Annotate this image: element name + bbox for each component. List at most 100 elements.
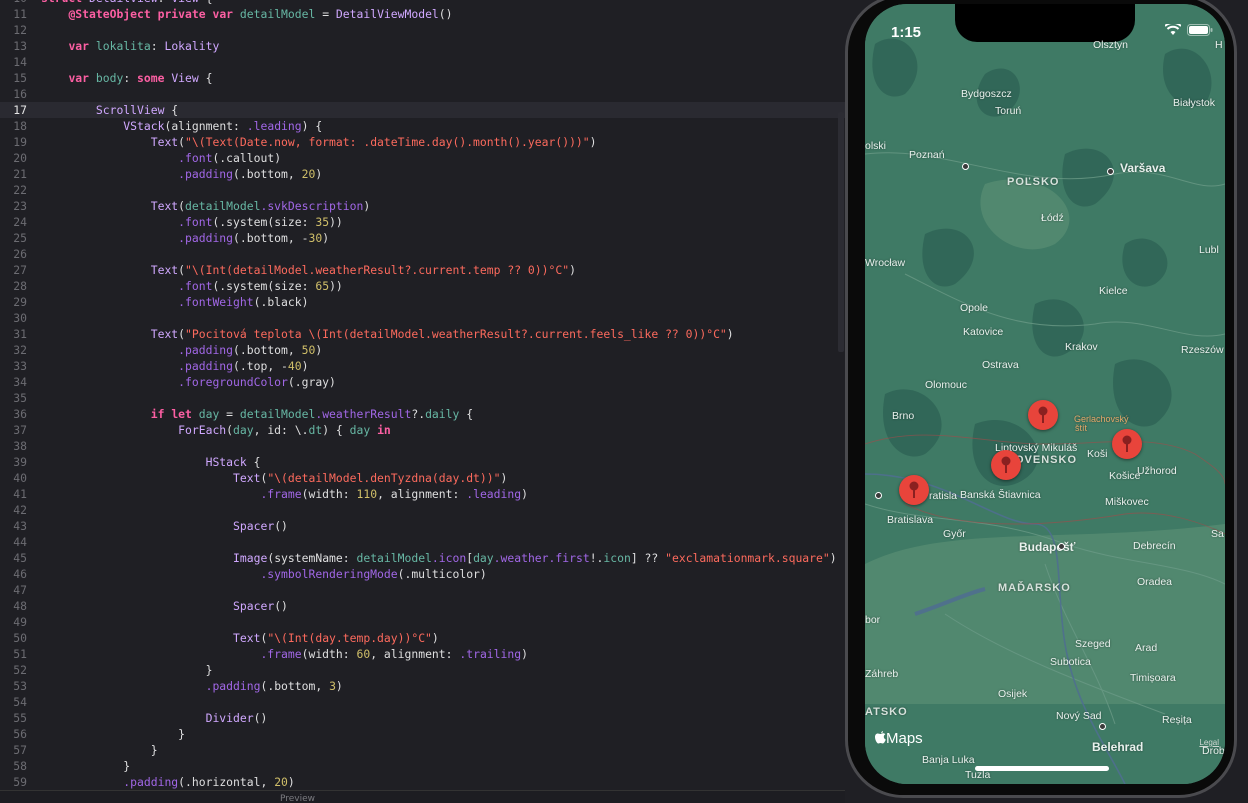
map-label-bratislava[interactable]: Bratislava — [887, 514, 933, 526]
map-label-lodz[interactable]: Łódź — [1041, 212, 1064, 224]
code-line[interactable]: 59 .padding(.horizontal, 20) — [0, 774, 845, 790]
code-line[interactable]: 21 .padding(.bottom, 20) — [0, 166, 845, 182]
map-label-subotica[interactable]: Subotica — [1050, 656, 1091, 668]
map-label-bialystok[interactable]: Białystok — [1173, 97, 1215, 109]
code-line[interactable]: 48 Spacer() — [0, 598, 845, 614]
map-label-oradea[interactable]: Oradea — [1137, 576, 1172, 588]
map-label-banska[interactable]: Banská Štiavnica — [960, 489, 1041, 501]
code-line[interactable]: 30 — [0, 310, 845, 326]
code-line[interactable]: 20 .font(.callout) — [0, 150, 845, 166]
home-indicator[interactable] — [975, 766, 1109, 771]
code-line[interactable]: 47 — [0, 582, 845, 598]
map-label-brno[interactable]: Brno — [892, 410, 914, 422]
code-line[interactable]: 15 var body: some View { — [0, 70, 845, 86]
map-label-osijek[interactable]: Osijek — [998, 688, 1027, 700]
code-line[interactable]: 40 Text("\(detailModel.denTyzdna(day.dt)… — [0, 470, 845, 486]
code-line[interactable]: 45 Image(systemName: detailModel.icon[da… — [0, 550, 845, 566]
code-line[interactable]: 42 — [0, 502, 845, 518]
map-label-h[interactable]: H — [1215, 39, 1223, 51]
code-line[interactable]: 57 } — [0, 742, 845, 758]
code-line[interactable]: 50 Text("\(Int(day.temp.day))°C") — [0, 630, 845, 646]
map-label-olski[interactable]: olski — [865, 140, 886, 152]
map-label-arad[interactable]: Arad — [1135, 642, 1157, 654]
code-line[interactable]: 39 HStack { — [0, 454, 845, 470]
code-line[interactable]: 19 Text("\(Text(Date.now, format: .dateT… — [0, 134, 845, 150]
code-line[interactable]: 56 } — [0, 726, 845, 742]
code-line[interactable]: 31 Text("Pocitová teplota \(Int(detailMo… — [0, 326, 845, 342]
code-line[interactable]: 49 — [0, 614, 845, 630]
code-line[interactable]: 43 Spacer() — [0, 518, 845, 534]
code-line[interactable]: 34 .foregroundColor(.gray) — [0, 374, 845, 390]
editor-scroll-indicator[interactable] — [838, 112, 844, 352]
code-line[interactable]: 23 Text(detailModel.svkDescription) — [0, 198, 845, 214]
code-line[interactable]: 53 .padding(.bottom, 3) — [0, 678, 845, 694]
map-label-budapest[interactable]: Budapešť — [1019, 540, 1075, 554]
map-label-banjaluka[interactable]: Banja Luka — [922, 754, 975, 766]
code-line[interactable]: 22 — [0, 182, 845, 198]
map-label-uzhorod[interactable]: Užhorod — [1137, 465, 1177, 477]
code-line[interactable]: 35 — [0, 390, 845, 406]
code-line[interactable]: 14 — [0, 54, 845, 70]
code-line[interactable]: 13 var lokalita: Lokality — [0, 38, 845, 54]
map-label-krakov[interactable]: Krakov — [1065, 341, 1098, 353]
map-label-olsztyn[interactable]: Olsztyn — [1093, 39, 1128, 51]
code-line[interactable]: 51 .frame(width: 60, alignment: .trailin… — [0, 646, 845, 662]
map-label-bydgoszcz[interactable]: Bydgoszcz — [961, 88, 1012, 100]
map-label-lubl[interactable]: Lubl — [1199, 244, 1219, 256]
code-line[interactable]: 17 ScrollView { — [0, 102, 845, 118]
map-label-szeged[interactable]: Szeged — [1075, 638, 1111, 650]
code-line[interactable]: 25 .padding(.bottom, -30) — [0, 230, 845, 246]
map-label-kosice2[interactable]: Košice — [1109, 470, 1141, 482]
legal-link[interactable]: Legal — [1199, 738, 1219, 747]
code-line[interactable]: 44 — [0, 534, 845, 550]
code-line[interactable]: 27 Text("\(Int(detailModel.weatherResult… — [0, 262, 845, 278]
code-line[interactable]: 46 .symbolRenderingMode(.multicolor) — [0, 566, 845, 582]
map-pin-bratislava[interactable] — [899, 475, 929, 505]
code-line[interactable]: 26 — [0, 246, 845, 262]
map-label-stit[interactable]: štít — [1075, 423, 1087, 433]
map-label-bor[interactable]: bor — [865, 614, 880, 626]
code-line[interactable]: 18 VStack(alignment: .leading) { — [0, 118, 845, 134]
code-line[interactable]: 24 .font(.system(size: 35)) — [0, 214, 845, 230]
map-label-atsko[interactable]: ATSKO — [865, 706, 908, 718]
map-label-kosice1[interactable]: Koši — [1087, 448, 1107, 460]
code-line[interactable]: 36 if let day = detailModel.weatherResul… — [0, 406, 845, 422]
map-label-gyor[interactable]: Győr — [943, 528, 966, 540]
map-label-kielce[interactable]: Kielce — [1099, 285, 1128, 297]
map-label-debrecin[interactable]: Debrecín — [1133, 540, 1176, 552]
code-line[interactable]: 12 — [0, 22, 845, 38]
code-line[interactable]: 37 ForEach(day, id: \.dt) { day in — [0, 422, 845, 438]
code-editor[interactable]: 10struct DetailView: View {11 @StateObje… — [0, 0, 845, 790]
map-label-torun[interactable]: Toruń — [995, 105, 1021, 117]
map-label-resita[interactable]: Reșița — [1162, 714, 1192, 726]
map-label-zahreb[interactable]: Záhreb — [865, 668, 898, 680]
code-line[interactable]: 55 Divider() — [0, 710, 845, 726]
map-pin-banska-stiavnica[interactable] — [991, 450, 1021, 480]
map-label-belehrad[interactable]: Belehrad — [1092, 740, 1143, 754]
map-label-ostrava[interactable]: Ostrava — [982, 359, 1019, 371]
code-line[interactable]: 33 .padding(.top, -40) — [0, 358, 845, 374]
map-label-madarsko[interactable]: MAĎARSKO — [998, 582, 1071, 594]
map-pin-kosice[interactable] — [1112, 429, 1142, 459]
map-label-rzeszow[interactable]: Rzeszów — [1181, 344, 1224, 356]
code-line[interactable]: 29 .fontWeight(.black) — [0, 294, 845, 310]
code-line[interactable]: 54 — [0, 694, 845, 710]
code-line[interactable]: 28 .font(.system(size: 65)) — [0, 278, 845, 294]
map-label-slovensko[interactable]: OVENSKO — [1015, 454, 1077, 466]
code-line[interactable]: 16 — [0, 86, 845, 102]
map-label-opole[interactable]: Opole — [960, 302, 988, 314]
map-pin-gerlach[interactable] — [1028, 400, 1058, 430]
code-line[interactable]: 11 @StateObject private var detailModel … — [0, 6, 845, 22]
code-line[interactable]: 58 } — [0, 758, 845, 774]
map-label-sa[interactable]: Sa — [1211, 528, 1224, 540]
map-label-timisoara[interactable]: Timișoara — [1130, 672, 1176, 684]
map-screen[interactable]: 1:15 Olsztyn H Bydgoszcz Toruń Białystok olsk… — [865, 4, 1225, 784]
code-line[interactable]: 52 } — [0, 662, 845, 678]
map-label-poznan[interactable]: Poznań — [909, 149, 945, 161]
map-label-ratisla[interactable]: ratisla — [929, 490, 957, 502]
code-line[interactable]: 32 .padding(.bottom, 50) — [0, 342, 845, 358]
code-line[interactable]: 41 .frame(width: 110, alignment: .leadin… — [0, 486, 845, 502]
map-label-varsava[interactable]: Varšava — [1120, 161, 1165, 175]
map-label-novysad[interactable]: Nový Sad — [1056, 710, 1102, 722]
map-label-wroclaw[interactable]: Wrocław — [865, 257, 905, 269]
